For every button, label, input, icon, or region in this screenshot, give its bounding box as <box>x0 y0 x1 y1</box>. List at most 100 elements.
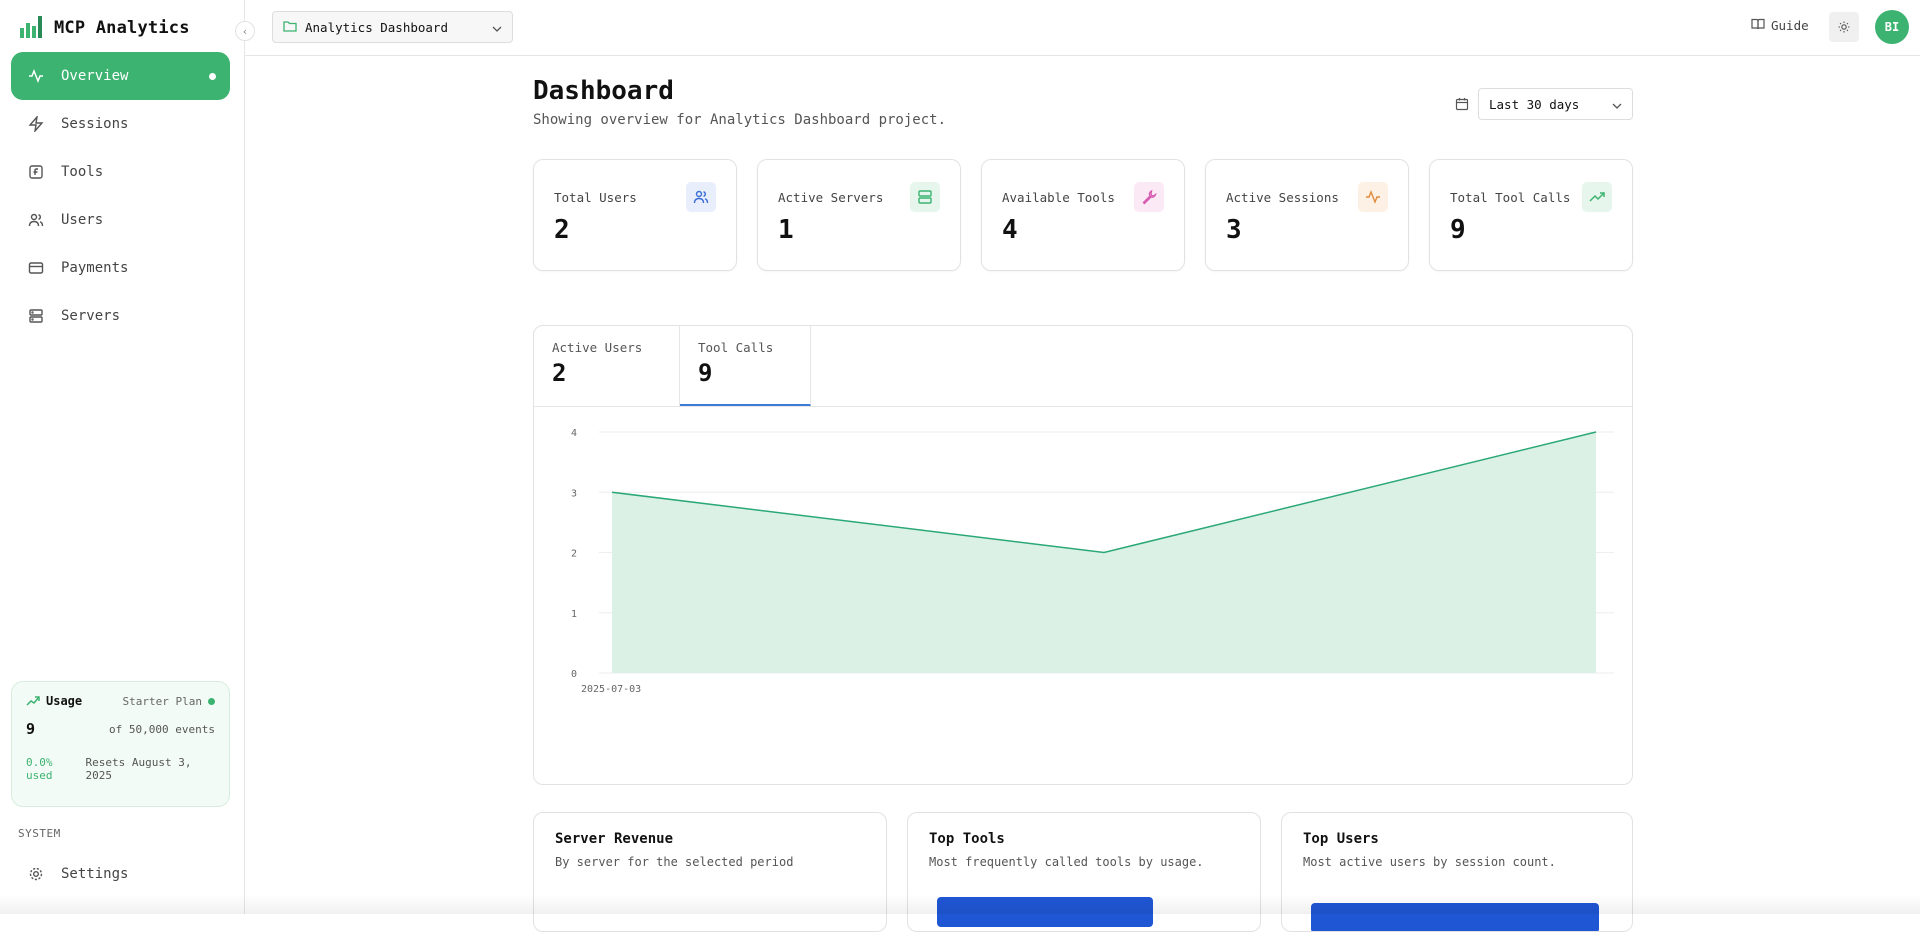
stat-cards: Total Users 2 Active Servers 1 Available… <box>533 159 1633 271</box>
date-range-select[interactable]: Last 30 days <box>1478 88 1633 120</box>
sun-icon <box>1838 18 1850 37</box>
stat-value: 2 <box>554 215 716 245</box>
function-icon <box>27 163 45 181</box>
date-range-value: Last 30 days <box>1489 97 1579 112</box>
chart-panel: Active Users 2 Tool Calls 9 0 1 2 3 4 2025-07… <box>533 325 1633 785</box>
y-tick-label: 3 <box>571 488 577 499</box>
page-subtitle: Showing overview for Analytics Dashboard… <box>533 112 946 128</box>
calendar-icon <box>1455 96 1469 115</box>
stat-card-active-servers: Active Servers 1 <box>757 159 961 271</box>
activity-icon <box>27 67 45 85</box>
project-selector[interactable]: Analytics Dashboard <box>272 11 513 43</box>
stat-value: 1 <box>778 215 940 245</box>
tab-value: 9 <box>698 359 792 387</box>
zap-icon <box>27 115 45 133</box>
server-icon <box>27 307 45 325</box>
card-title: Top Users <box>1303 831 1611 847</box>
guide-label: Guide <box>1771 18 1809 33</box>
users-icon <box>686 182 716 212</box>
server-revenue-card: Server Revenue By server for the selecte… <box>533 812 887 932</box>
stat-value: 4 <box>1002 215 1164 245</box>
card-title: Server Revenue <box>555 831 865 847</box>
sidebar-item-payments[interactable]: Payments <box>11 244 230 292</box>
top-tools-card: Top Tools Most frequently called tools b… <box>907 812 1261 932</box>
collapse-sidebar-button[interactable]: ‹ <box>235 21 255 41</box>
guide-link[interactable]: Guide <box>1751 18 1809 33</box>
tab-value: 2 <box>552 359 661 387</box>
credit-card-icon <box>27 259 45 277</box>
page-title: Dashboard <box>533 76 674 106</box>
stat-card-total-users: Total Users 2 <box>533 159 737 271</box>
sidebar-item-overview[interactable]: Overview <box>11 52 230 100</box>
system-section-label: SYSTEM <box>18 827 61 840</box>
sidebar-item-label: Settings <box>61 866 128 882</box>
card-subtitle: By server for the selected period <box>555 855 865 869</box>
y-tick-label: 1 <box>571 609 577 620</box>
users-icon <box>27 211 45 229</box>
y-tick-label: 0 <box>571 669 577 680</box>
plan-badge: Starter Plan <box>123 695 215 708</box>
top-users-bar <box>1311 903 1599 932</box>
activity-icon <box>1358 182 1388 212</box>
trending-up-icon <box>26 695 40 707</box>
app-name: MCP Analytics <box>54 18 190 38</box>
sidebar: MCP Analytics Overview Sessions Tools <box>0 0 245 914</box>
brand[interactable]: MCP Analytics <box>20 14 190 42</box>
project-name: Analytics Dashboard <box>305 20 448 35</box>
stat-card-available-tools: Available Tools 4 <box>981 159 1185 271</box>
chevron-down-icon <box>492 20 502 35</box>
x-tick-label: 2025-07-03 <box>581 684 641 695</box>
trending-up-icon <box>1582 182 1612 212</box>
card-subtitle: Most frequently called tools by usage. <box>929 855 1239 869</box>
active-indicator-dot <box>209 73 216 80</box>
sidebar-item-sessions[interactable]: Sessions <box>11 100 230 148</box>
sidebar-nav: Overview Sessions Tools Users Payment <box>11 52 230 340</box>
chart-tabs: Active Users 2 Tool Calls 9 <box>534 326 1632 407</box>
tab-label: Active Users <box>552 340 661 355</box>
sidebar-item-settings[interactable]: Settings <box>11 850 230 898</box>
usage-percent: 0.0% used <box>26 756 82 782</box>
usage-count: 9 <box>26 720 35 738</box>
wrench-icon <box>1134 182 1164 212</box>
stat-card-active-sessions: Active Sessions 3 <box>1205 159 1409 271</box>
y-tick-label: 2 <box>571 549 577 560</box>
sidebar-item-users[interactable]: Users <box>11 196 230 244</box>
gear-icon <box>27 865 45 883</box>
tab-label: Tool Calls <box>698 340 792 355</box>
sidebar-item-label: Sessions <box>61 116 128 132</box>
sidebar-item-label: Payments <box>61 260 128 276</box>
chevron-down-icon <box>1612 97 1622 112</box>
stat-card-total-tool-calls: Total Tool Calls 9 <box>1429 159 1633 271</box>
plan-name: Starter Plan <box>123 695 202 708</box>
sidebar-item-label: Overview <box>61 68 128 84</box>
chevron-left-icon: ‹ <box>242 25 249 38</box>
top-tools-bar <box>937 897 1153 927</box>
book-icon <box>1751 18 1765 33</box>
usage-reset-date: Resets August 3, 2025 <box>86 756 216 782</box>
tab-tool-calls[interactable]: Tool Calls 9 <box>680 326 811 406</box>
area-chart: 0 1 2 3 4 2025-07-03 <box>534 407 1633 785</box>
topbar: Analytics Dashboard Guide BI <box>245 0 1920 56</box>
folder-icon <box>283 20 297 35</box>
sidebar-item-servers[interactable]: Servers <box>11 292 230 340</box>
bar-chart-logo-icon <box>20 14 42 42</box>
stat-value: 3 <box>1226 215 1388 245</box>
usage-title: Usage <box>26 694 82 708</box>
usage-title-label: Usage <box>46 694 82 708</box>
sidebar-item-label: Servers <box>61 308 120 324</box>
stat-value: 9 <box>1450 215 1612 245</box>
usage-limit: of 50,000 events <box>109 723 215 736</box>
server-icon <box>910 182 940 212</box>
card-title: Top Tools <box>929 831 1239 847</box>
sidebar-item-tools[interactable]: Tools <box>11 148 230 196</box>
card-subtitle: Most active users by session count. <box>1303 855 1611 869</box>
sidebar-item-label: Tools <box>61 164 103 180</box>
plan-status-dot <box>208 698 215 705</box>
user-avatar[interactable]: BI <box>1875 10 1909 44</box>
usage-card: Usage Starter Plan 9 of 50,000 events 0.… <box>11 681 230 807</box>
bottom-cards: Server Revenue By server for the selecte… <box>533 812 1633 932</box>
sidebar-item-label: Users <box>61 212 103 228</box>
y-tick-label: 4 <box>571 428 577 439</box>
theme-toggle-button[interactable] <box>1829 12 1859 42</box>
tab-active-users[interactable]: Active Users 2 <box>534 326 680 406</box>
